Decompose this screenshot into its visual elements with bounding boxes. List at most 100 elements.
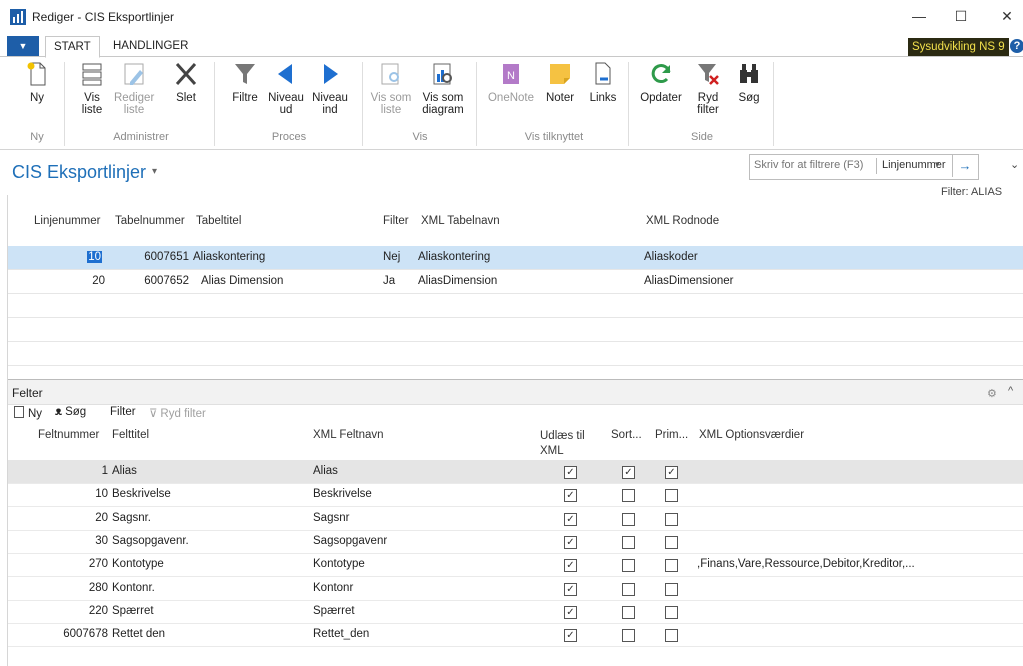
- page-title-dropdown-icon[interactable]: ▾: [152, 166, 157, 177]
- ribbon-separator: [362, 62, 363, 146]
- col-header-xml-table-name[interactable]: XML Tabelnavn: [421, 215, 500, 227]
- show-as-chart-button[interactable]: Vis som diagram: [418, 60, 468, 116]
- prim-checkbox[interactable]: ✓: [665, 466, 678, 479]
- col-header-sort[interactable]: Sort...: [611, 429, 642, 441]
- export-checkbox[interactable]: ✓: [564, 583, 577, 596]
- col-header-table-title[interactable]: Tabeltitel: [196, 215, 241, 227]
- funnel-icon: [235, 64, 255, 84]
- close-button[interactable]: ✕: [992, 6, 1022, 26]
- cell-field-no: 10: [95, 488, 108, 500]
- prim-checkbox[interactable]: [665, 513, 678, 526]
- notes-button[interactable]: Noter: [542, 60, 578, 104]
- prim-checkbox[interactable]: [665, 489, 678, 502]
- view-list-icon: [82, 63, 102, 86]
- refresh-button[interactable]: Opdater: [638, 60, 684, 104]
- help-icon[interactable]: ?: [1010, 39, 1023, 53]
- collapse-chevron-icon[interactable]: ⌄: [1010, 158, 1019, 171]
- field-row[interactable]: [7, 507, 1023, 531]
- cell-table-title: Aliaskontering: [193, 251, 266, 263]
- show-as-list-button[interactable]: Vis som liste: [370, 60, 412, 116]
- clear-filter-button[interactable]: Ryd filter: [690, 60, 726, 116]
- subpage-find-button[interactable]: ᴥ Søg: [55, 406, 86, 418]
- cell-field-title: Beskrivelse: [112, 488, 171, 500]
- level-out-button[interactable]: Niveau ud: [266, 60, 306, 116]
- arrow-right-icon[interactable]: →: [952, 155, 977, 177]
- col-header-export[interactable]: Udlæs til XML: [540, 429, 585, 459]
- note-icon: [550, 64, 570, 84]
- sort-checkbox[interactable]: [622, 489, 635, 502]
- minimize-button[interactable]: —: [904, 6, 934, 26]
- tab-actions[interactable]: HANDLINGER: [105, 36, 196, 54]
- export-checkbox[interactable]: ✓: [564, 536, 577, 549]
- cell-line-no[interactable]: 10: [60, 251, 102, 263]
- sort-checkbox[interactable]: [622, 629, 635, 642]
- search-input[interactable]: [754, 159, 872, 171]
- col-header-prim[interactable]: Prim...: [655, 429, 688, 441]
- page-left-border: [7, 195, 8, 666]
- cell-field-no: 220: [88, 605, 108, 617]
- prim-checkbox[interactable]: [665, 583, 678, 596]
- links-button[interactable]: Links: [586, 60, 620, 104]
- col-header-xml-field-name[interactable]: XML Feltnavn: [313, 429, 384, 441]
- application-menu-button[interactable]: ▼: [7, 36, 39, 56]
- cell-table-no: 6007652: [144, 275, 189, 287]
- field-row[interactable]: [7, 577, 1023, 601]
- settings-icon[interactable]: ⚙: [987, 387, 997, 400]
- splitter[interactable]: [7, 370, 1023, 380]
- company-badge[interactable]: Sysudvikling NS 9: [908, 38, 1009, 56]
- subpage-clear-filter-button[interactable]: ⊽ Ryd filter: [149, 406, 206, 420]
- cell-field-no: 1: [101, 465, 108, 477]
- col-header-filter[interactable]: Filter: [383, 215, 409, 227]
- sort-checkbox[interactable]: ✓: [622, 466, 635, 479]
- cell-field-no: 30: [95, 535, 108, 547]
- view-list-button[interactable]: Vis liste: [76, 60, 108, 116]
- col-header-line-no[interactable]: Linjenummer: [34, 215, 100, 227]
- prim-checkbox[interactable]: [665, 536, 678, 549]
- export-checkbox[interactable]: ✓: [564, 489, 577, 502]
- export-checkbox[interactable]: ✓: [564, 559, 577, 572]
- sort-checkbox[interactable]: [622, 536, 635, 549]
- sort-checkbox[interactable]: [622, 513, 635, 526]
- export-checkbox[interactable]: ✓: [564, 606, 577, 619]
- filters-button[interactable]: Filtre: [228, 60, 262, 104]
- edit-list-button[interactable]: Rediger liste: [114, 60, 154, 116]
- col-header-xml-options[interactable]: XML Optionsværdier: [699, 429, 804, 441]
- empty-row: [7, 294, 1023, 318]
- chevron-down-icon[interactable]: ▾: [935, 159, 940, 170]
- cell-xml-field-name: Kontotype: [313, 558, 365, 570]
- cell-xml-options: ,Finans,Vare,Ressource,Debitor,Kreditor,…: [697, 558, 915, 570]
- cell-xml-field-name: Beskrivelse: [313, 488, 372, 500]
- col-header-table-no[interactable]: Tabelnummer: [115, 215, 185, 227]
- maximize-button[interactable]: ☐: [946, 6, 976, 26]
- col-header-xml-root[interactable]: XML Rodnode: [646, 215, 719, 227]
- ribbon-separator: [773, 62, 774, 146]
- prim-checkbox[interactable]: [665, 559, 678, 572]
- export-checkbox[interactable]: ✓: [564, 629, 577, 642]
- filter-divider: [876, 158, 877, 174]
- sort-checkbox[interactable]: [622, 583, 635, 596]
- level-in-button[interactable]: Niveau ind: [310, 60, 350, 116]
- field-row[interactable]: [7, 460, 1023, 484]
- col-header-field-no[interactable]: Feltnummer: [38, 429, 99, 441]
- subpage-filter-button[interactable]: Filter: [110, 406, 136, 418]
- collapse-icon[interactable]: ^: [1008, 385, 1013, 397]
- sort-checkbox[interactable]: [622, 606, 635, 619]
- find-button[interactable]: Søg: [734, 60, 764, 104]
- col-header-field-title[interactable]: Felttitel: [112, 429, 149, 441]
- onenote-button[interactable]: N OneNote: [486, 60, 536, 104]
- prim-checkbox[interactable]: [665, 606, 678, 619]
- tab-start[interactable]: START: [45, 36, 100, 58]
- new-button[interactable]: Ny: [22, 60, 52, 104]
- field-row[interactable]: [7, 600, 1023, 624]
- subpage-new-button[interactable]: Ny: [14, 406, 42, 420]
- sort-checkbox[interactable]: [622, 559, 635, 572]
- new-label: Ny: [29, 92, 45, 104]
- prim-checkbox[interactable]: [665, 629, 678, 642]
- edit-list-icon: [124, 63, 144, 85]
- delete-button[interactable]: Slet: [171, 60, 201, 104]
- export-checkbox[interactable]: ✓: [564, 513, 577, 526]
- cell-xml-field-name: Sagsnr: [313, 512, 350, 524]
- cell-field-title: Rettet den: [112, 628, 166, 640]
- export-checkbox[interactable]: ✓: [564, 466, 577, 479]
- cell-xml-root: AliasDimensioner: [644, 275, 734, 287]
